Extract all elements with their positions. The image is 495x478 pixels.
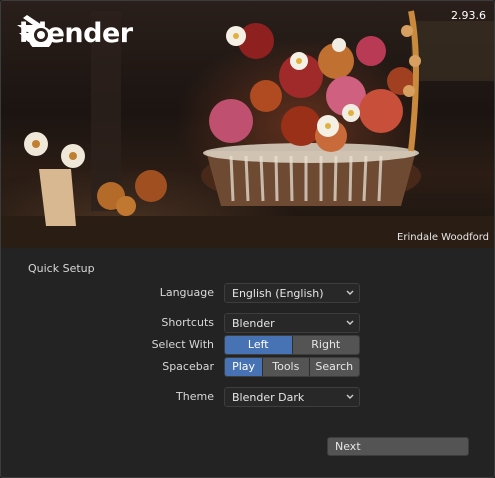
- select-with-toggle: Left Right: [224, 335, 360, 355]
- theme-dropdown[interactable]: Blender Dark: [224, 387, 360, 407]
- version-label: 2.93.6: [451, 9, 486, 22]
- theme-row: Theme Blender Dark: [1, 387, 494, 407]
- shortcuts-label: Shortcuts: [161, 316, 214, 329]
- select-with-row: Select With Left Right: [1, 335, 494, 355]
- shortcuts-dropdown[interactable]: Blender: [224, 313, 360, 333]
- theme-label: Theme: [176, 390, 214, 403]
- splash-screen: blender 2.93.6 Erindale Woodford Quick S…: [0, 0, 495, 478]
- shortcuts-row: Shortcuts Blender: [1, 313, 494, 333]
- spacebar-toggle: Play Tools Search: [224, 357, 360, 377]
- spacebar-tools-button[interactable]: Tools: [263, 358, 310, 376]
- select-with-label: Select With: [151, 338, 214, 351]
- splash-image: blender 2.93.6 Erindale Woodford: [1, 1, 494, 248]
- spacebar-search-button[interactable]: Search: [309, 358, 359, 376]
- artwork-credit: Erindale Woodford: [397, 232, 489, 243]
- select-with-left-button[interactable]: Left: [225, 336, 293, 354]
- theme-value: Blender Dark: [232, 391, 305, 404]
- chevron-down-icon: [346, 394, 354, 399]
- language-value: English (English): [232, 287, 324, 300]
- spacebar-row: Spacebar Play Tools Search: [1, 357, 494, 377]
- spacebar-play-button[interactable]: Play: [225, 358, 264, 376]
- language-row: Language English (English): [1, 283, 494, 303]
- chevron-down-icon: [346, 320, 354, 325]
- language-label: Language: [159, 286, 214, 299]
- quick-setup-title: Quick Setup: [28, 262, 95, 275]
- shortcuts-value: Blender: [232, 317, 275, 330]
- spacebar-label: Spacebar: [162, 360, 214, 373]
- chevron-down-icon: [346, 290, 354, 295]
- language-dropdown[interactable]: English (English): [224, 283, 360, 303]
- blender-logo: blender: [15, 13, 133, 53]
- next-button[interactable]: Next: [327, 437, 469, 456]
- blender-logo-icon: [17, 15, 53, 47]
- select-with-right-button[interactable]: Right: [292, 336, 359, 354]
